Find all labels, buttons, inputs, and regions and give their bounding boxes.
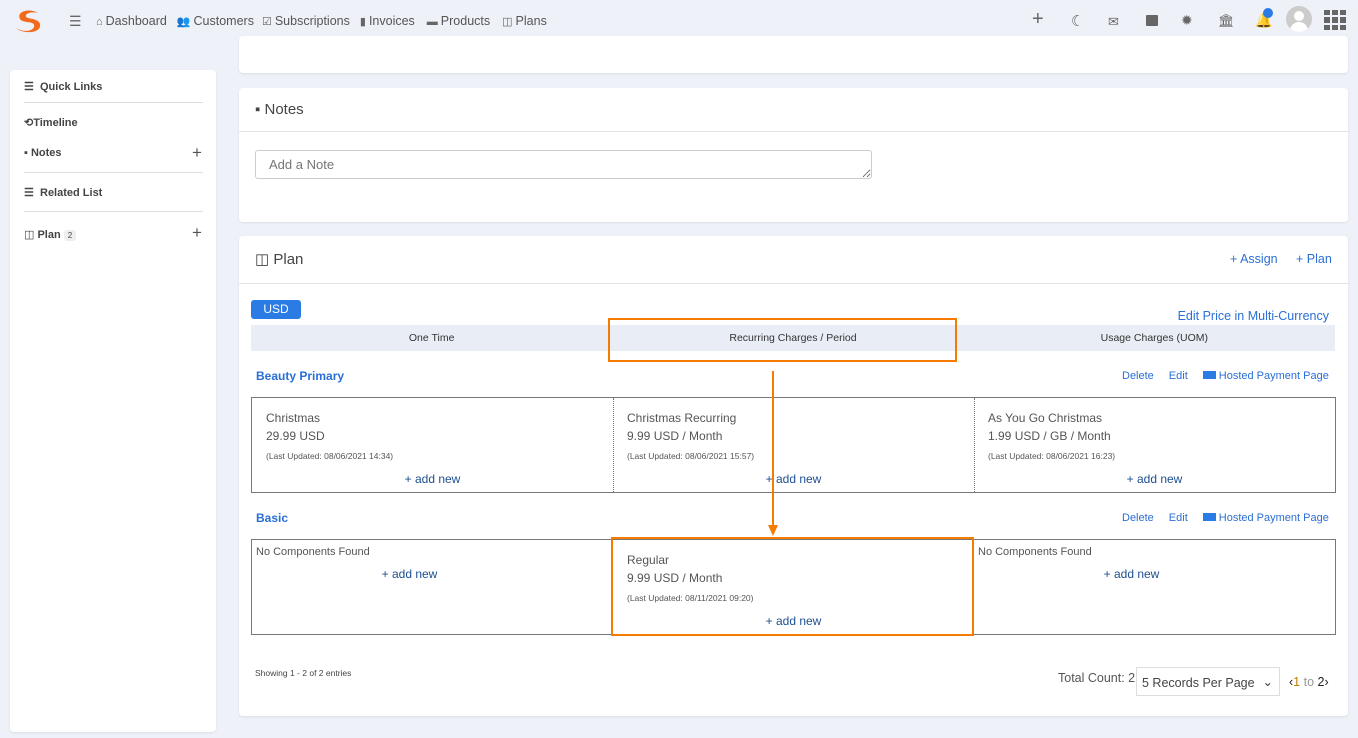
records-per-page-select[interactable]: 5 Records Per Page ⌄ <box>1136 667 1280 696</box>
plan-actions: Delete Edit Hosted Payment Page <box>1122 370 1329 382</box>
plan-components-beauty-primary: Christmas 29.99 USD (Last Updated: 08/06/2… <box>251 397 1336 493</box>
plan-count-badge: 2 <box>63 230 77 241</box>
delete-button[interactable]: Delete <box>1122 370 1154 382</box>
bank-icon[interactable]: 🏛 <box>1218 13 1235 29</box>
nav-products[interactable]: ▬ Products <box>427 14 490 28</box>
calendar-check-icon: ☑ <box>261 16 272 28</box>
history-icon: ⟲ <box>24 117 34 129</box>
plan-name-basic[interactable]: Basic <box>256 511 288 525</box>
pagination: ‹1 to 2› <box>1289 675 1329 689</box>
edit-button[interactable]: Edit <box>1169 370 1188 382</box>
invoice-icon: ▮ <box>359 16 366 28</box>
sidebar-item-related-list[interactable]: ☰ Related List <box>24 186 102 199</box>
edit-button[interactable]: Edit <box>1169 512 1188 524</box>
assign-button[interactable]: + Assign <box>1230 252 1278 266</box>
notes-title: ▪ Notes <box>255 101 304 118</box>
apps-grid-icon[interactable] <box>1324 10 1347 30</box>
delete-button[interactable]: Delete <box>1122 512 1154 524</box>
hamburger-menu-icon[interactable]: ☰ <box>69 13 82 30</box>
tab-usage[interactable]: Usage Charges (UOM) <box>974 325 1335 351</box>
component-cell: As You Go Christmas 1.99 USD / GB / Month… <box>988 411 1116 461</box>
nav-plans[interactable]: ◫ Plans <box>502 14 547 28</box>
quick-links-header: ☰ Quick Links <box>24 81 103 93</box>
columns-icon: ◫ <box>24 229 35 241</box>
columns-icon: ◫ <box>255 251 270 268</box>
add-plan-button[interactable]: + Plan <box>1296 252 1332 266</box>
moon-icon[interactable]: ☾ <box>1071 12 1084 30</box>
tab-one-time[interactable]: One Time <box>251 325 612 351</box>
avatar[interactable] <box>1286 6 1312 32</box>
notification-dot <box>1263 8 1273 18</box>
add-new-link[interactable]: + add new <box>974 567 1289 581</box>
note-icon: ▪ <box>255 101 261 118</box>
mail-icon[interactable]: ✉ <box>1108 14 1119 30</box>
add-new-link[interactable]: + add new <box>252 472 613 486</box>
highlight-arrow <box>768 371 778 536</box>
add-new-link[interactable]: + add new <box>613 472 974 486</box>
archive-icon: ▬ <box>426 16 438 28</box>
highlight-box-regular-cell <box>611 537 974 636</box>
plan-title: ◫ Plan <box>255 251 304 268</box>
sidebar: ☰ Quick Links ⟲Timeline ▪ Notes + ☰ Rela… <box>10 70 216 732</box>
sidebar-item-timeline[interactable]: ⟲Timeline <box>24 116 78 129</box>
home-icon: ⌂ <box>96 16 103 28</box>
edit-price-multicurrency-link[interactable]: Edit Price in Multi-Currency <box>1178 309 1329 323</box>
main-nav: ⌂ Dashboard 👥 Customers ☑ Subscriptions ▮ In… <box>96 14 547 28</box>
note-icon: ▪ <box>24 147 28 159</box>
highlight-box-recurring-tab <box>608 318 957 362</box>
previous-section-card <box>239 36 1348 73</box>
page-from[interactable]: 1 <box>1293 675 1300 689</box>
add-new-link[interactable]: + add new <box>974 472 1335 486</box>
app-logo[interactable] <box>12 8 44 34</box>
no-components-text: No Components Found <box>256 546 370 558</box>
add-note-icon[interactable]: + <box>192 143 202 163</box>
payment-card-icon <box>1202 371 1216 379</box>
currency-badge[interactable]: USD <box>251 300 301 319</box>
total-count: Total Count: 2 <box>1058 671 1136 685</box>
add-new-link[interactable]: + add new <box>252 567 567 581</box>
add-plan-icon[interactable]: + <box>192 223 202 243</box>
plus-icon[interactable]: + <box>1032 8 1044 31</box>
no-components-text: No Components Found <box>978 546 1092 558</box>
sidebar-item-plan[interactable]: ◫ Plan 2 <box>24 228 77 241</box>
hosted-payment-page-link[interactable]: Hosted Payment Page <box>1202 370 1329 382</box>
plan-actions: Delete Edit Hosted Payment Page <box>1122 512 1329 524</box>
component-cell: Christmas Recurring 9.99 USD / Month (Last… <box>627 411 755 461</box>
gear-icon[interactable]: ✹ <box>1181 12 1193 29</box>
calendar-icon[interactable] <box>1146 15 1158 26</box>
list-icon: ☰ <box>24 187 34 199</box>
component-cell: Christmas 29.99 USD (Last Updated: 08/06/2… <box>266 411 394 461</box>
chevron-down-icon: ⌄ <box>1262 675 1273 689</box>
nav-invoices[interactable]: ▮ Invoices <box>360 14 415 28</box>
nav-subscriptions[interactable]: ☑ Subscriptions <box>262 14 350 28</box>
notes-card: ▪ Notes <box>239 88 1348 222</box>
add-note-input[interactable] <box>255 150 872 179</box>
showing-entries-text: Showing 1 - 2 of 2 entries <box>255 668 352 678</box>
list-icon: ☰ <box>24 81 34 93</box>
next-page-icon[interactable]: › <box>1324 675 1328 689</box>
columns-icon: ◫ <box>502 16 513 28</box>
sidebar-item-notes[interactable]: ▪ Notes <box>24 147 62 159</box>
plan-name-beauty-primary[interactable]: Beauty Primary <box>256 369 344 383</box>
nav-dashboard[interactable]: ⌂ Dashboard <box>96 14 167 28</box>
payment-card-icon <box>1202 513 1216 521</box>
users-icon: 👥 <box>176 16 191 28</box>
plan-card: ◫ Plan + Assign + Plan USD Edit Price in… <box>239 236 1348 716</box>
hosted-payment-page-link[interactable]: Hosted Payment Page <box>1202 512 1329 524</box>
nav-customers[interactable]: 👥 Customers <box>177 14 254 28</box>
